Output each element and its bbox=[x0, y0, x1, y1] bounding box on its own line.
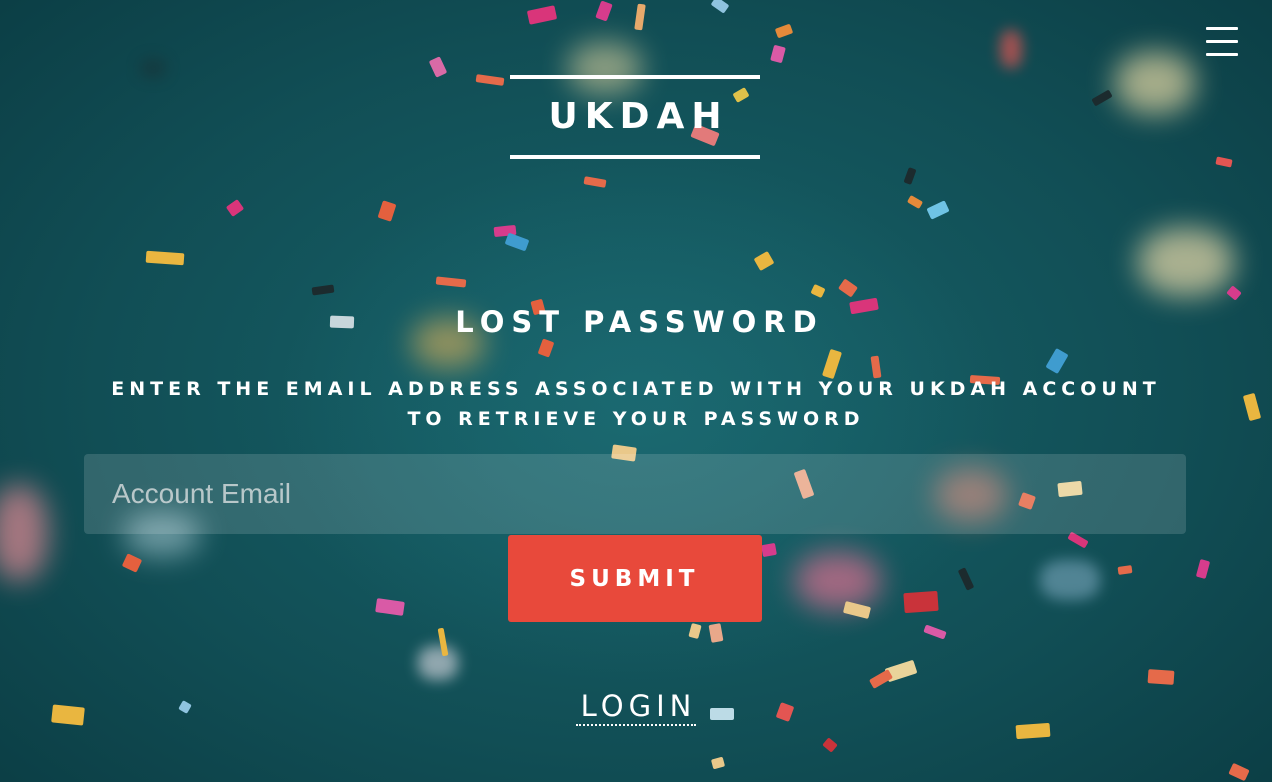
menu-bar-top bbox=[1206, 27, 1238, 30]
hamburger-menu-icon[interactable] bbox=[1206, 27, 1238, 57]
page-title: LOST PASSWORD bbox=[455, 305, 824, 339]
menu-bar-middle bbox=[1206, 40, 1238, 43]
brand-logo-text: UKDAH bbox=[548, 96, 729, 137]
submit-button[interactable]: SUBMIT bbox=[508, 535, 762, 622]
login-link-container: LOGIN bbox=[0, 688, 1272, 726]
account-email-input[interactable] bbox=[84, 454, 1186, 534]
login-link[interactable]: LOGIN bbox=[575, 688, 697, 726]
menu-bar-bottom bbox=[1206, 53, 1238, 56]
instructions-text: ENTER THE EMAIL ADDRESS ASSOCIATED WITH … bbox=[111, 378, 1161, 430]
brand-logo[interactable]: UKDAH bbox=[510, 75, 760, 159]
